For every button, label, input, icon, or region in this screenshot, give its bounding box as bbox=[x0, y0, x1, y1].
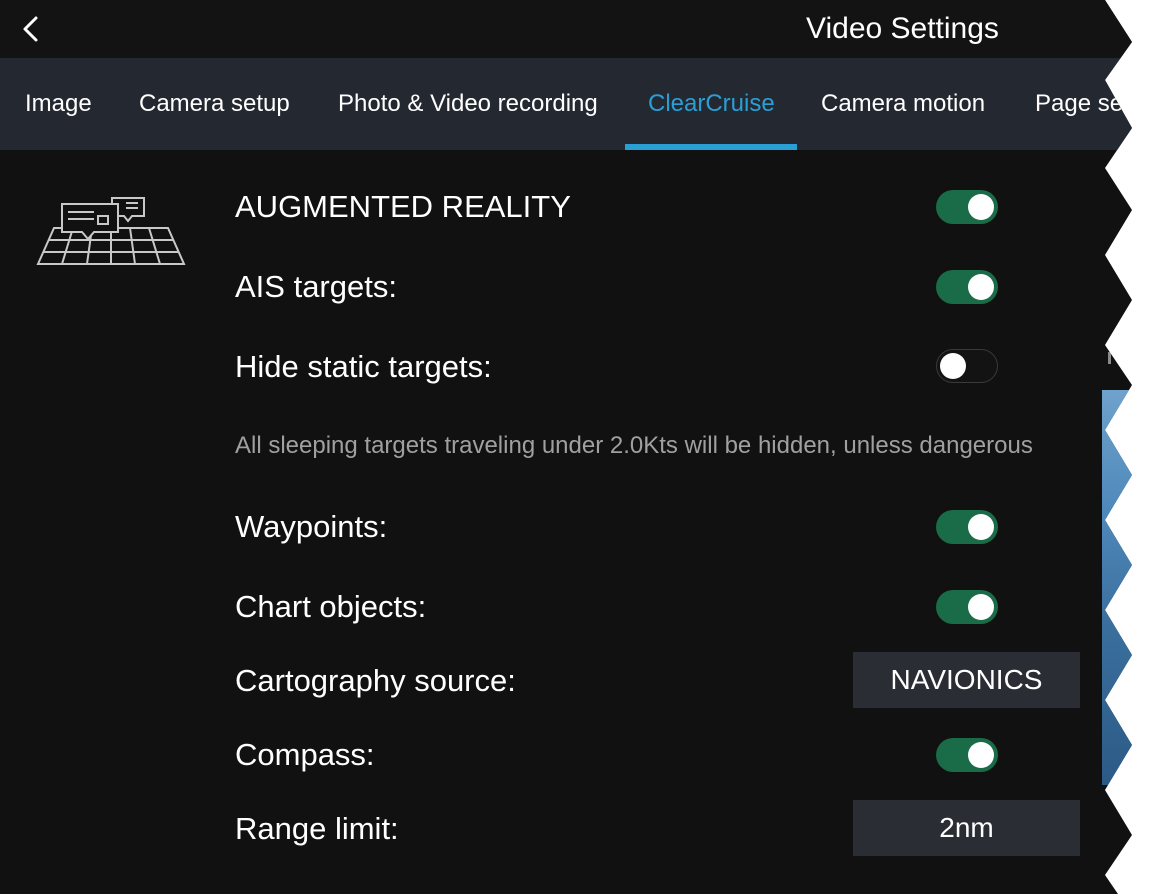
toggle-knob bbox=[968, 742, 994, 768]
cartography-source-label: Cartography source: bbox=[235, 663, 516, 698]
tab-image[interactable]: Image bbox=[25, 58, 92, 150]
toggle-knob bbox=[968, 274, 994, 300]
ais-targets-toggle[interactable] bbox=[936, 270, 998, 304]
chart-objects-toggle[interactable] bbox=[936, 590, 998, 624]
toggle-knob bbox=[940, 353, 966, 379]
waypoints-label: Waypoints: bbox=[235, 509, 388, 544]
screen: Video Settings Image Camera setup Photo … bbox=[0, 0, 1132, 894]
hide-static-targets-toggle[interactable] bbox=[936, 349, 998, 383]
tab-camera-setup[interactable]: Camera setup bbox=[139, 58, 290, 150]
augmented-reality-toggle[interactable] bbox=[936, 190, 998, 224]
range-limit-select[interactable]: 2nm bbox=[853, 800, 1080, 856]
toggle-knob bbox=[968, 594, 994, 620]
hide-static-targets-label: Hide static targets: bbox=[235, 349, 492, 384]
ais-targets-label: AIS targets: bbox=[235, 269, 397, 304]
background-mark bbox=[1108, 352, 1111, 364]
augmented-reality-heading: AUGMENTED REALITY bbox=[235, 189, 571, 224]
chevron-left-icon[interactable] bbox=[16, 14, 46, 44]
tab-page-settings[interactable]: Page se bbox=[1035, 58, 1123, 150]
title-bar: Video Settings bbox=[0, 0, 1132, 58]
chart-objects-label: Chart objects: bbox=[235, 589, 427, 624]
active-tab-indicator bbox=[625, 144, 797, 150]
hide-static-targets-note: All sleeping targets traveling under 2.0… bbox=[235, 432, 1033, 459]
background-camera-image bbox=[1102, 390, 1132, 785]
range-limit-label: Range limit: bbox=[235, 811, 399, 846]
toggle-knob bbox=[968, 514, 994, 540]
cartography-source-select[interactable]: NAVIONICS bbox=[853, 652, 1080, 708]
tab-bar: Image Camera setup Photo & Video recordi… bbox=[0, 58, 1132, 150]
compass-label: Compass: bbox=[235, 737, 375, 772]
tab-photo-video-recording[interactable]: Photo & Video recording bbox=[338, 58, 598, 150]
augmented-reality-icon bbox=[36, 197, 186, 265]
tab-camera-motion[interactable]: Camera motion bbox=[821, 58, 985, 150]
tab-clearcruise[interactable]: ClearCruise bbox=[648, 58, 775, 150]
compass-toggle[interactable] bbox=[936, 738, 998, 772]
page-title: Video Settings bbox=[806, 12, 999, 45]
toggle-knob bbox=[968, 194, 994, 220]
waypoints-toggle[interactable] bbox=[936, 510, 998, 544]
